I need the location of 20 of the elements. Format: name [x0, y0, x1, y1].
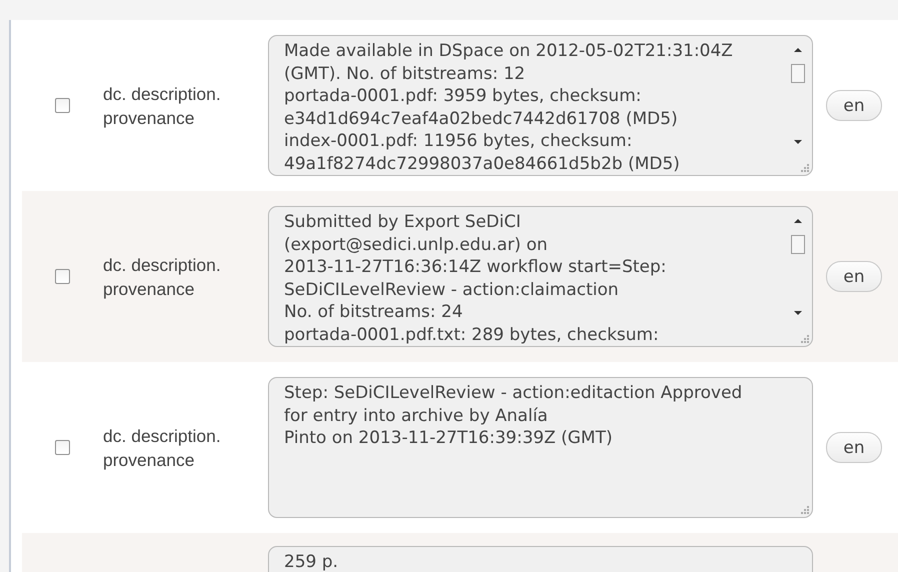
checkbox[interactable]: [55, 269, 70, 284]
resize-grip-icon[interactable]: [799, 162, 809, 172]
resize-grip-icon[interactable]: [799, 504, 809, 514]
field-value: Made available in DSpace on 2012-05-02T21:31:04Z (GMT). No. of bitstreams: 12 portada-0001.pdf: 3959 bytes, checksum: e34d1d694c7eaf4a02bedc7442d61708 (MD5) index-0001.pdf: 11956 bytes, checksum: 49a1f8274dc72998037a0e84661d5b2b (MD5): [283, 40, 734, 175]
text-area[interactable]: [268, 206, 813, 347]
field-value: 259 p.: [283, 551, 340, 572]
resize-grip-icon[interactable]: [799, 333, 809, 343]
checkbox[interactable]: [55, 98, 70, 113]
language-button[interactable]: en: [826, 90, 882, 121]
text-area[interactable]: 259 p.: [268, 546, 813, 572]
checkbox[interactable]: [55, 440, 70, 455]
text-area[interactable]: Step: SeDiCILevelReview - action:editaction Approved for entry into archive by Analía Pinto on 2013-11-27T16:39:39Z (GMT): [268, 377, 813, 518]
language-button[interactable]: en: [826, 432, 882, 463]
field-name: dc. description. provenance: [103, 424, 222, 472]
field-value: Submitted by Export SeDiCI (export@sedici.unlp.edu.ar) on 2013-11-27T16:36:14Z workflow start=Step: SeDiCILevelReview - action:claimaction No. of bitstreams: 24 portada-0001.pdf.txt: 289 bytes, checksum:: [283, 211, 668, 346]
field-name: dc. description. provenance: [103, 82, 222, 130]
text-area[interactable]: [268, 35, 813, 176]
field-value: Step: SeDiCILevelReview - action:editaction Approved for entry into archive by Analía Pinto on 2013-11-27T16:39:39Z (GMT): [283, 382, 744, 450]
field-name: dc. description. provenance: [103, 254, 222, 300]
language-button[interactable]: en: [826, 261, 882, 292]
